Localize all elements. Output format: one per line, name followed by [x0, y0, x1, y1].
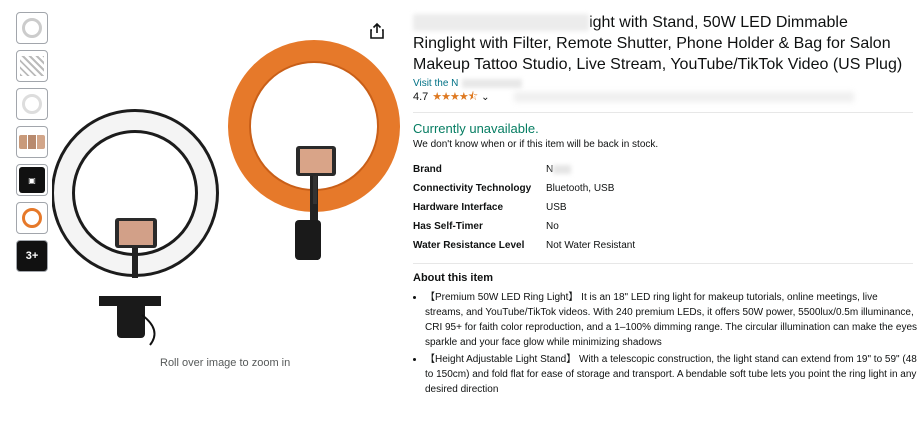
spec-row: Brand N [413, 160, 635, 179]
about-title: About this item [413, 272, 494, 284]
spec-value: N [546, 160, 635, 179]
thumbnail-1[interactable] [16, 12, 48, 44]
spec-key: Brand [413, 164, 442, 175]
redacted-store-name [462, 79, 523, 88]
white-stand-head [117, 302, 145, 338]
ring-light-icon [22, 94, 42, 114]
accessories-icon [20, 56, 44, 76]
spec-value-text: N [546, 164, 554, 175]
more-images-label: 3+ [25, 250, 39, 262]
product-title: NNNNNN 18 inch Ring Light with Stand, 50… [413, 12, 913, 75]
ring-light-orange-icon [22, 208, 42, 228]
thumbnail-4[interactable] [16, 126, 48, 158]
phone-screen-orange [300, 149, 332, 173]
thumbnail-3[interactable] [16, 88, 48, 120]
about-bullet: 【Premium 50W LED Ring Light】 It is an 18… [425, 290, 918, 350]
thumbnail-5[interactable]: ▣ [16, 164, 48, 196]
product-details: NNNNNN 18 inch Ring Light with Stand, 50… [413, 12, 918, 399]
spec-value: USB [546, 202, 567, 213]
chevron-down-icon[interactable]: ⌄ [481, 92, 489, 103]
spec-value: Not Water Resistant [546, 240, 636, 251]
spec-key: Connectivity Technology [413, 183, 532, 194]
ring-light-icon [22, 18, 42, 38]
main-product-image[interactable] [52, 10, 402, 350]
spec-row: Has Self-Timer No [413, 217, 635, 236]
faces-image-icon [19, 135, 45, 149]
spec-key: Hardware Interface [413, 202, 504, 213]
divider [413, 263, 913, 264]
rating-row: 4.7 ★★★★⯪ ⌄ [413, 90, 918, 104]
spec-value: No [546, 221, 559, 232]
spec-key: Has Self-Timer [413, 221, 483, 232]
rating-value: 4.7 [413, 91, 429, 103]
orange-stand-head [295, 220, 321, 260]
spec-row: Water Resistance Level Not Water Resista… [413, 236, 635, 255]
phone-screen-white [119, 221, 153, 245]
about-bullet: 【Height Adjustable Light Stand】 With a t… [425, 352, 918, 397]
product-specs-table: Brand N Connectivity Technology Bluetoot… [413, 160, 635, 255]
spec-row: Hardware Interface USB [413, 198, 635, 217]
zoom-hint: Roll over image to zoom in [160, 357, 291, 369]
thumbnail-6[interactable] [16, 202, 48, 234]
spec-row: Connectivity Technology Bluetooth, USB [413, 179, 635, 198]
spec-value: Bluetooth, USB [546, 183, 615, 194]
redacted-brand [553, 164, 572, 174]
spec-key: Water Resistance Level [413, 240, 525, 251]
availability-note: We don't know when or if this item will … [413, 139, 659, 150]
more-images-button[interactable]: 3+ [16, 240, 48, 272]
redacted-title-prefix: NNNNNN 18 inch Ring L [413, 14, 590, 31]
share-icon[interactable] [368, 22, 386, 40]
remote-icon: ▣ [19, 167, 45, 193]
divider [413, 112, 913, 113]
phone-mount-white [132, 248, 138, 278]
store-link[interactable]: Visit the N [413, 77, 918, 90]
redacted-rating-info [513, 92, 854, 102]
thumbnail-2[interactable] [16, 50, 48, 82]
phone-mount-orange [313, 176, 317, 204]
availability-status: Currently unavailable. [413, 121, 539, 136]
about-bullets: 【Premium 50W LED Ring Light】 It is an 18… [413, 290, 918, 397]
star-rating-icon[interactable]: ★★★★⯪ [432, 88, 478, 107]
thumbnail-strip: ▣ 3+ [16, 12, 50, 278]
